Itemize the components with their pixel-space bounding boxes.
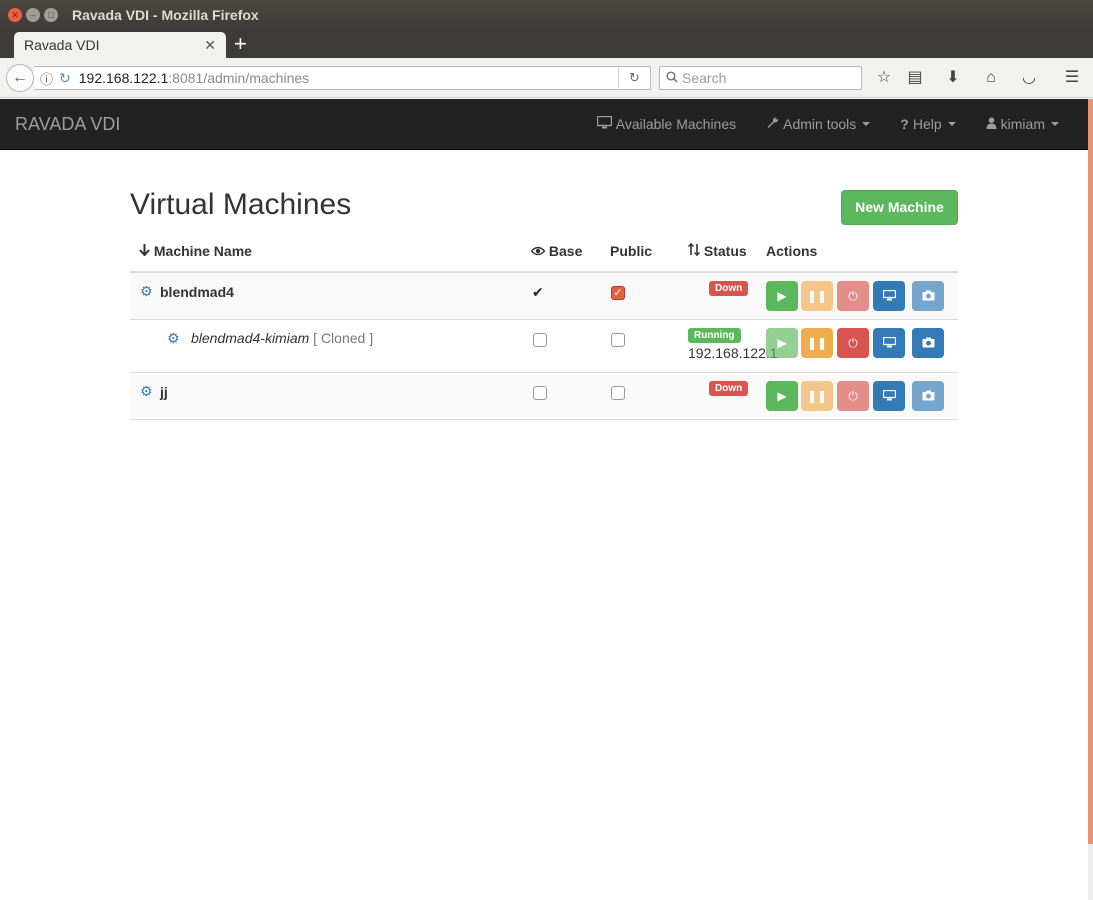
shutdown-button[interactable]: ⏻ [837, 328, 869, 358]
app-brand[interactable]: RAVADA VDI [15, 114, 120, 135]
caret-down-icon [947, 122, 956, 126]
col-base[interactable]: Base [530, 243, 583, 259]
sort-updown-icon [687, 242, 704, 259]
page-title: Virtual Machines [130, 188, 352, 221]
eye-icon [530, 243, 549, 259]
caret-down-icon [1051, 122, 1059, 126]
col-machine-name-label: Machine Name [153, 243, 252, 259]
nav-available-machines[interactable]: Available Machines [582, 115, 751, 132]
url-path: :8081/admin/machines [168, 70, 310, 86]
status-badge: Down [709, 381, 749, 396]
col-status-label: Status [703, 243, 747, 259]
nav-help-label: Help [912, 116, 942, 132]
window-close-icon[interactable]: ✕ [8, 8, 22, 22]
cloned-tag: [ Cloned ] [313, 330, 374, 346]
caret-down-icon [862, 122, 871, 126]
menu-icon[interactable]: ☰ [1062, 68, 1082, 88]
screenshot-button[interactable] [912, 281, 944, 311]
window-titlebar: ✕ – □ Ravada VDI - Mozilla Firefox [0, 0, 1093, 30]
search-icon [666, 70, 678, 86]
view-screen-button[interactable] [873, 281, 905, 311]
app-nav: Available Machines Admin tools ? Help ki… [582, 99, 1074, 149]
info-icon[interactable]: ⓘ [40, 69, 53, 88]
nav-user-label: kimiam [1000, 116, 1045, 132]
page-scrollbar[interactable] [1088, 99, 1093, 900]
start-button[interactable]: ▶ [766, 281, 798, 311]
col-status[interactable]: Status [687, 242, 747, 259]
settings-gear-icon[interactable]: ⚙ [167, 330, 180, 347]
settings-gear-icon[interactable]: ⚙ [140, 383, 153, 400]
col-machine-name[interactable]: Machine Name [139, 243, 252, 259]
view-screen-button[interactable] [873, 328, 905, 358]
col-actions: Actions [766, 243, 818, 259]
question-icon: ? [900, 116, 909, 132]
user-icon [986, 116, 997, 132]
nav-admin-label: Admin tools [783, 116, 857, 132]
browser-tab[interactable]: Ravada VDI ✕ [14, 32, 226, 58]
start-button[interactable]: ▶ [766, 328, 798, 358]
status-badge: Running [688, 328, 741, 343]
screenshot-button[interactable] [912, 381, 944, 411]
shutdown-button[interactable]: ⏻ [837, 281, 869, 311]
wrench-icon [766, 116, 779, 132]
machine-ip: 192.168.122.1 [688, 345, 778, 361]
tab-title: Ravada VDI [24, 37, 100, 53]
sort-arrow-down-icon [139, 243, 154, 259]
base-checkbox[interactable] [533, 386, 547, 400]
table-row: ⚙ blendmad4-kimiam [ Cloned ] Running 19… [130, 320, 958, 373]
browser-navbar: ← ⓘ ↻ 192.168.122.1:8081/admin/machines … [0, 58, 1093, 98]
public-checkbox[interactable] [611, 333, 625, 347]
table-row: ⚙ blendmad4 ✔ ✓ Down ▶ ❚❚ ⏻ [130, 273, 958, 320]
url-bar[interactable]: ⓘ ↻ 192.168.122.1:8081/admin/machines ↻ [34, 66, 651, 90]
downloads-icon[interactable]: ⬇ [943, 68, 963, 88]
tab-strip: Ravada VDI ✕ + [0, 30, 1093, 58]
nav-help[interactable]: ? Help [885, 116, 970, 132]
base-check-icon: ✔ [532, 284, 544, 300]
back-icon[interactable]: ← [6, 64, 34, 92]
search-bar[interactable] [659, 66, 862, 90]
status-badge: Down [709, 281, 749, 296]
nav-available-label: Available Machines [615, 116, 737, 132]
table-row: ⚙ jj Down ▶ ❚❚ ⏻ [130, 373, 958, 420]
reading-list-icon[interactable]: ▤ [905, 68, 925, 88]
pause-button[interactable]: ❚❚ [801, 381, 833, 411]
nav-user-menu[interactable]: kimiam [971, 116, 1074, 132]
shutdown-button[interactable]: ⏻ [837, 381, 869, 411]
machine-name[interactable]: blendmad4 [160, 284, 234, 300]
app-header: RAVADA VDI Available Machines Admin tool… [0, 99, 1088, 150]
tracking-icon[interactable]: ↻ [59, 70, 71, 87]
screenshot-button[interactable] [912, 328, 944, 358]
base-checkbox[interactable] [533, 333, 547, 347]
url-host: 192.168.122.1 [78, 70, 169, 86]
nav-admin-tools[interactable]: Admin tools [751, 116, 885, 132]
new-tab-icon[interactable]: + [234, 32, 247, 56]
machine-name[interactable]: jj [160, 384, 168, 400]
search-input[interactable] [682, 70, 852, 86]
bookmark-star-icon[interactable]: ☆ [874, 68, 894, 88]
new-machine-button[interactable]: New Machine [841, 190, 958, 225]
pause-button[interactable]: ❚❚ [801, 328, 833, 358]
public-checkbox[interactable] [611, 386, 625, 400]
col-base-label: Base [548, 243, 583, 259]
pause-button[interactable]: ❚❚ [801, 281, 833, 311]
window-minimize-icon[interactable]: – [26, 8, 40, 22]
clone-name-text: blendmad4-kimiam [191, 330, 310, 346]
start-button[interactable]: ▶ [766, 381, 798, 411]
home-icon[interactable]: ⌂ [981, 68, 1001, 88]
pocket-icon[interactable]: ◡ [1019, 68, 1039, 88]
window-maximize-icon[interactable]: □ [44, 8, 58, 22]
public-checkbox[interactable]: ✓ [611, 286, 625, 300]
monitor-icon [596, 115, 612, 132]
tab-close-icon[interactable]: ✕ [204, 37, 216, 54]
view-screen-button[interactable] [873, 381, 905, 411]
window-title: Ravada VDI - Mozilla Firefox [72, 7, 259, 23]
clone-machine-name[interactable]: blendmad4-kimiam [ Cloned ] [191, 330, 373, 346]
col-public[interactable]: Public [610, 243, 652, 259]
reload-icon[interactable]: ↻ [618, 67, 650, 89]
settings-gear-icon[interactable]: ⚙ [140, 283, 153, 300]
